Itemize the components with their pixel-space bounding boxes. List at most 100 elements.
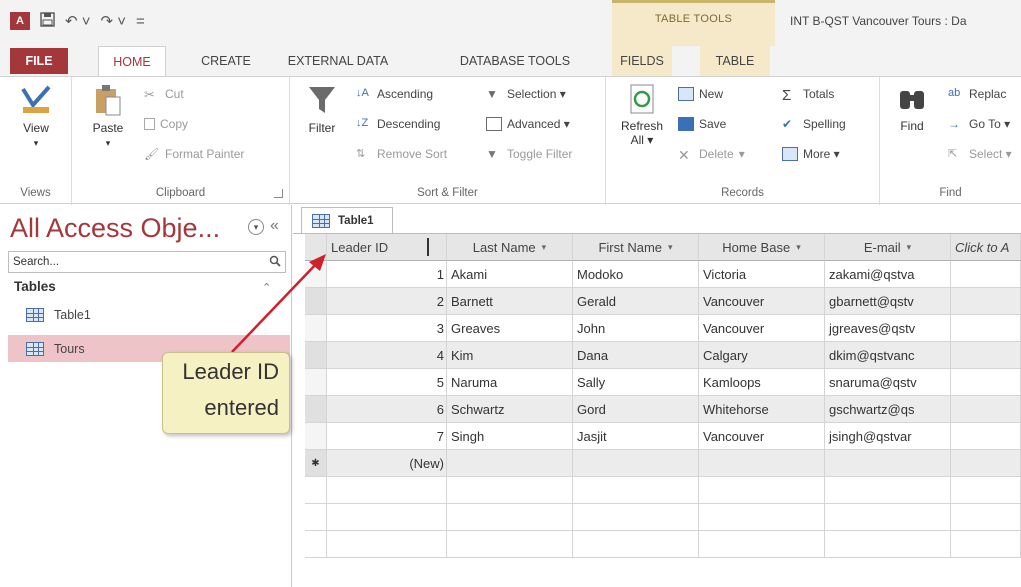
record-selector[interactable] [305, 369, 327, 396]
view-button[interactable]: View ▾ [12, 83, 60, 150]
cell-home-base[interactable]: Vancouver [699, 423, 825, 450]
column-header-leader-id[interactable]: Leader ID [327, 234, 447, 261]
totals-button[interactable]: Σ Totals [782, 87, 834, 104]
table-row[interactable]: 6 Schwartz Gord Whitehorse gschwartz@qs [305, 396, 1021, 423]
cell-home-base[interactable]: Whitehorse [699, 396, 825, 423]
nav-search-input[interactable] [9, 252, 259, 272]
column-dropdown-arrow-icon[interactable]: ▾ [796, 242, 801, 253]
cell-email[interactable]: snaruma@qstv [825, 369, 951, 396]
record-selector[interactable] [305, 288, 327, 315]
column-header-first-name[interactable]: First Name ▾ [573, 234, 699, 261]
cell-leader-id[interactable]: 2 [327, 288, 447, 315]
shutter-collapse-icon[interactable]: « [270, 217, 279, 235]
customize-qat-icon[interactable]: = [136, 13, 145, 30]
cell-email[interactable]: jgreaves@qstv [825, 315, 951, 342]
cell-email[interactable]: gbarnett@qstv [825, 288, 951, 315]
table-row[interactable]: 1 Akami Modoko Victoria zakami@qstva [305, 261, 1021, 288]
select-all-corner[interactable] [305, 234, 327, 261]
new-record-marker-icon[interactable]: ✱ [305, 450, 327, 477]
cell-home-base[interactable]: Calgary [699, 342, 825, 369]
group-collapse-icon[interactable]: ⌃ [262, 281, 271, 294]
cell-click-to-add[interactable] [951, 369, 1021, 396]
more-button[interactable]: More ▾ [782, 147, 840, 161]
cell-first-name[interactable]: Gord [573, 396, 699, 423]
cell-first-name[interactable]: John [573, 315, 699, 342]
cell-home-base[interactable]: Kamloops [699, 369, 825, 396]
tab-fields[interactable]: FIELDS [612, 46, 672, 76]
cell-last-name[interactable]: Kim [447, 342, 573, 369]
new-record-button[interactable]: New [678, 87, 723, 101]
cell-last-name[interactable]: Singh [447, 423, 573, 450]
record-selector[interactable] [305, 396, 327, 423]
cell-email[interactable]: zakami@qstva [825, 261, 951, 288]
cell-last-name[interactable] [447, 450, 573, 477]
table-row[interactable]: 2 Barnett Gerald Vancouver gbarnett@qstv [305, 288, 1021, 315]
spelling-button[interactable]: ✔ Spelling [782, 117, 846, 131]
delete-dropdown-arrow[interactable]: ▾ [739, 147, 745, 161]
find-button[interactable]: Find [888, 83, 936, 133]
table-row[interactable]: 4 Kim Dana Calgary dkim@qstvanc [305, 342, 1021, 369]
cell-first-name[interactable]: Modoko [573, 261, 699, 288]
cell-leader-id[interactable]: 4 [327, 342, 447, 369]
cell-email[interactable] [825, 450, 951, 477]
cell-click-to-add[interactable] [951, 342, 1021, 369]
cell-leader-id[interactable]: 5 [327, 369, 447, 396]
select-button[interactable]: ⇱ Select ▾ [948, 147, 1012, 161]
cell-home-base[interactable]: Vancouver [699, 315, 825, 342]
column-dropdown-arrow-icon[interactable]: ▾ [907, 242, 912, 253]
cell-first-name[interactable]: Gerald [573, 288, 699, 315]
nav-pane-title[interactable]: All Access Obje... [10, 213, 220, 244]
tab-database-tools[interactable]: DATABASE TOOLS [440, 46, 590, 76]
document-tab-table1[interactable]: Table1 [301, 207, 393, 233]
tab-home[interactable]: HOME [98, 46, 166, 77]
nav-group-tables[interactable]: Tables [14, 279, 56, 294]
new-record-row[interactable]: ✱ (New) [305, 450, 1021, 477]
cell-first-name[interactable]: Sally [573, 369, 699, 396]
cell-last-name[interactable]: Akami [447, 261, 573, 288]
filter-button[interactable]: Filter [298, 83, 346, 135]
new-record-placeholder[interactable]: (New) [327, 450, 447, 477]
record-selector[interactable] [305, 315, 327, 342]
column-dropdown-arrow-icon[interactable]: ▾ [542, 242, 547, 253]
ascending-button[interactable]: ↓A Ascending [356, 87, 433, 101]
cut-button[interactable]: ✂ Cut [144, 87, 184, 102]
table-row[interactable]: 5 Naruma Sally Kamloops snaruma@qstv [305, 369, 1021, 396]
nav-menu-chevron-icon[interactable]: ▾ [248, 219, 264, 235]
cell-last-name[interactable]: Schwartz [447, 396, 573, 423]
cell-leader-id[interactable]: 7 [327, 423, 447, 450]
undo-icon[interactable]: ↶ ˅ [65, 12, 91, 30]
save-icon[interactable] [40, 11, 55, 31]
table-row[interactable]: 3 Greaves John Vancouver jgreaves@qstv [305, 315, 1021, 342]
tab-external-data[interactable]: EXTERNAL DATA [278, 46, 398, 76]
advanced-button[interactable]: Advanced ▾ [486, 117, 570, 131]
record-selector[interactable] [305, 261, 327, 288]
cell-first-name[interactable] [573, 450, 699, 477]
cell-email[interactable]: gschwartz@qs [825, 396, 951, 423]
copy-button[interactable]: Copy [144, 117, 188, 131]
record-selector[interactable] [305, 342, 327, 369]
cell-leader-id[interactable]: 6 [327, 396, 447, 423]
cell-email[interactable]: jsingh@qstvar [825, 423, 951, 450]
tab-table[interactable]: TABLE [700, 46, 770, 76]
descending-button[interactable]: ↓Z Descending [356, 117, 440, 131]
cell-click-to-add[interactable] [951, 423, 1021, 450]
column-header-home-base[interactable]: Home Base ▾ [699, 234, 825, 261]
record-selector[interactable] [305, 423, 327, 450]
cell-click-to-add[interactable] [951, 396, 1021, 423]
column-dropdown-arrow-icon[interactable]: ▾ [668, 242, 673, 253]
nav-item-table1[interactable]: Table1 [8, 301, 290, 328]
remove-sort-button[interactable]: ⇅ Remove Sort [356, 147, 447, 161]
format-painter-button[interactable]: 🖌 Format Painter [144, 147, 244, 161]
column-header-last-name[interactable]: Last Name ▾ [447, 234, 573, 261]
cell-first-name[interactable]: Dana [573, 342, 699, 369]
cell-last-name[interactable]: Barnett [447, 288, 573, 315]
column-header-email[interactable]: E-mail ▾ [825, 234, 951, 261]
goto-button[interactable]: → Go To ▾ [948, 117, 1010, 131]
clipboard-dialog-launcher[interactable] [274, 189, 283, 198]
cell-home-base[interactable]: Victoria [699, 261, 825, 288]
tab-file[interactable]: FILE [10, 48, 68, 74]
table-row[interactable]: 7 Singh Jasjit Vancouver jsingh@qstvar [305, 423, 1021, 450]
cell-last-name[interactable]: Greaves [447, 315, 573, 342]
access-app-icon[interactable]: A [10, 12, 30, 30]
save-record-button[interactable]: Save [678, 117, 726, 131]
